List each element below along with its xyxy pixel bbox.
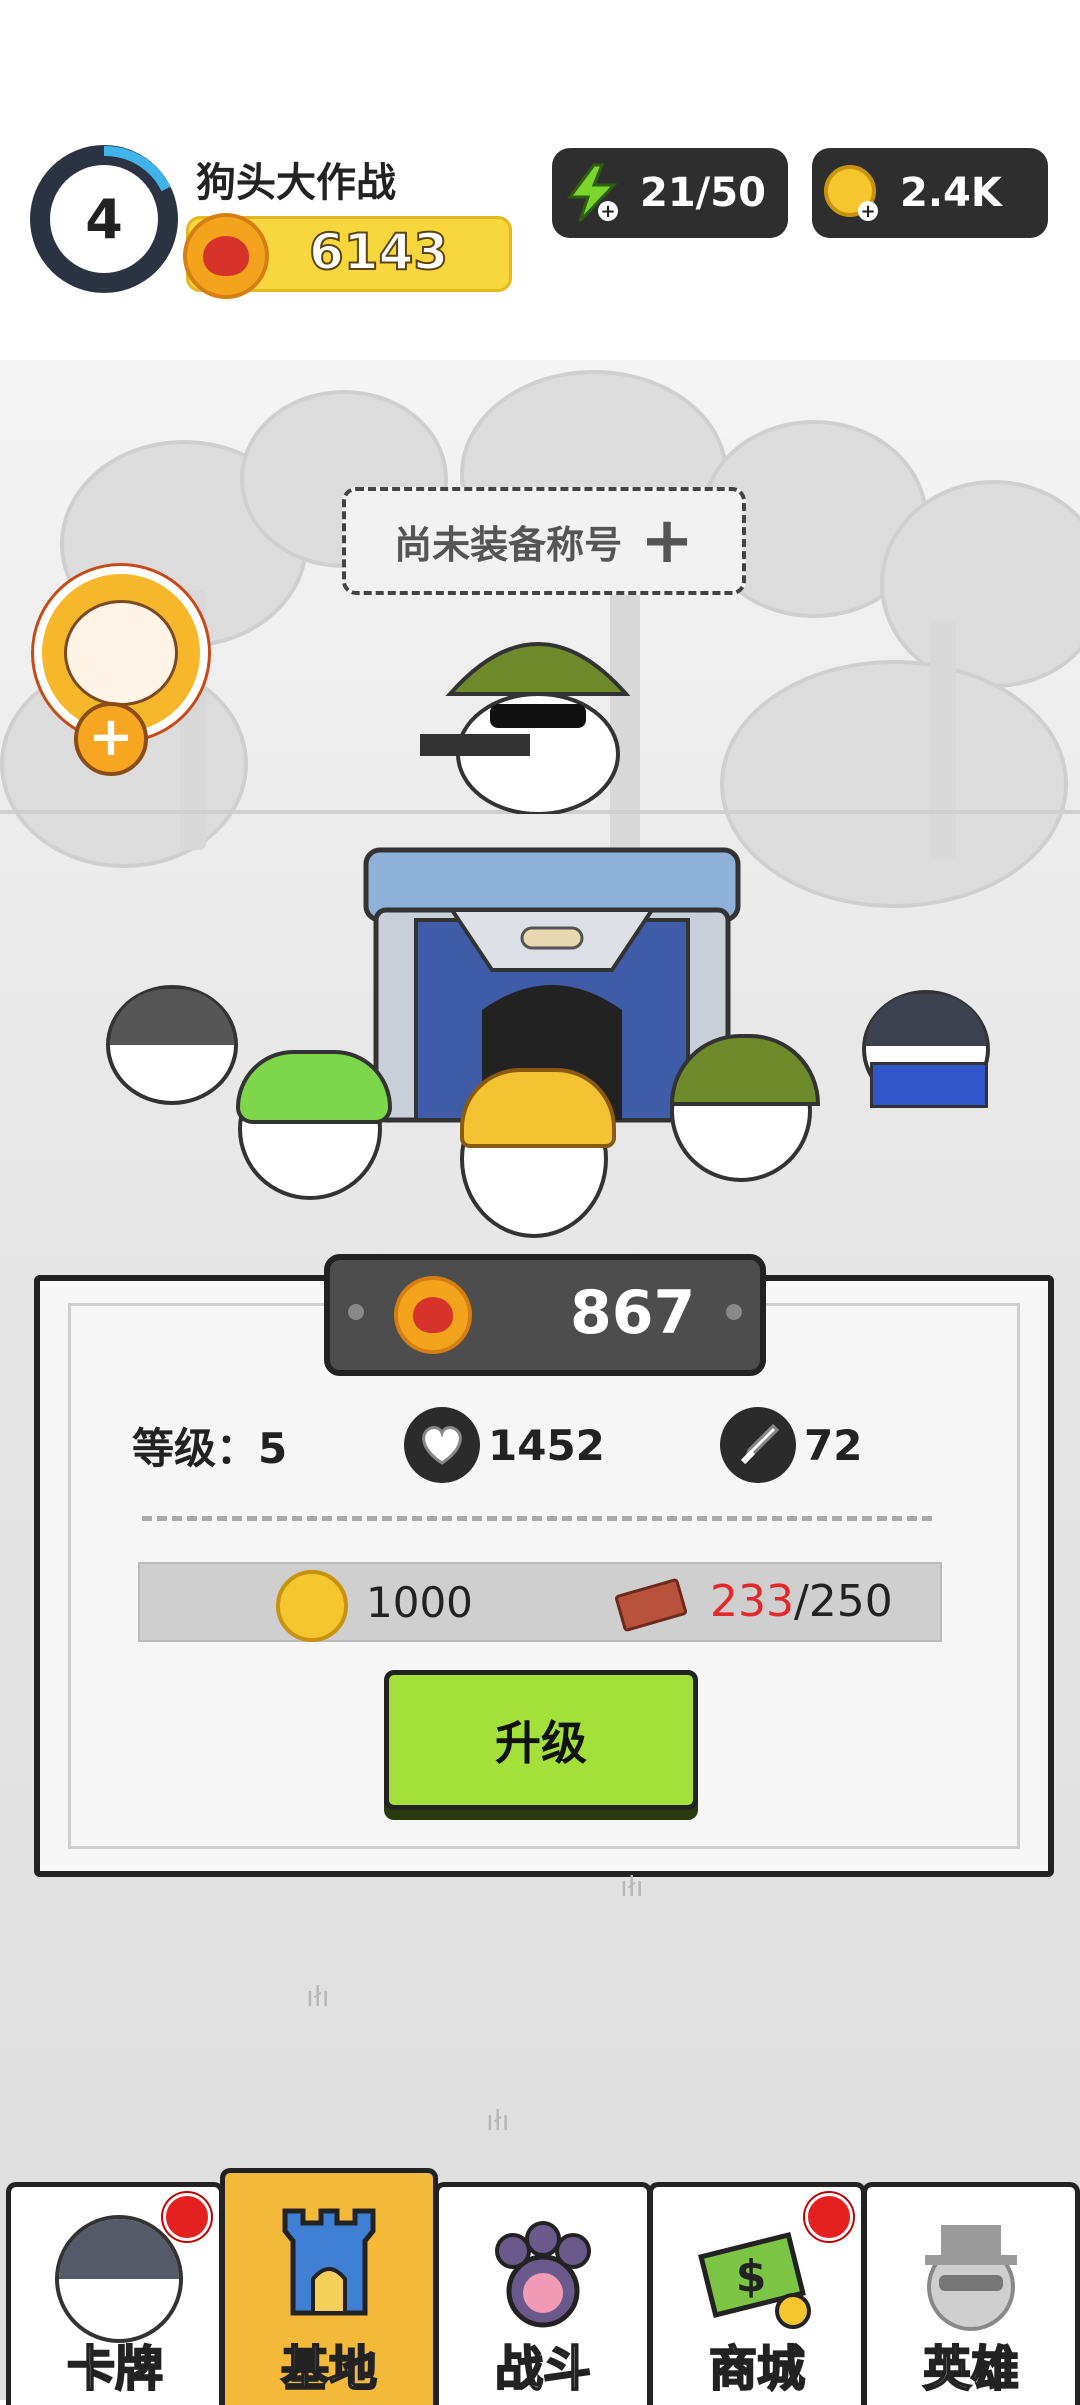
gold-cost: 1000	[366, 1578, 473, 1627]
lucky-cat-icon	[64, 600, 178, 706]
coin-value: 2.4K	[900, 170, 1002, 216]
bottom-nav: 卡牌 基地 战斗 $ 商城 英雄	[0, 2168, 1080, 2405]
coin-icon	[276, 1570, 348, 1642]
energy-pill[interactable]: + 21/50	[552, 148, 788, 238]
paw-icon	[495, 2221, 591, 2328]
brick-icon	[614, 1577, 688, 1633]
hero-dog-icon	[925, 2225, 1017, 2331]
grass-decor: ıłı	[620, 1870, 644, 1903]
golden-helmet-dog	[460, 1068, 616, 1238]
tab-label: 卡牌	[66, 2340, 164, 2398]
laptop-dog	[862, 990, 990, 1108]
hp-stat: 1452	[404, 1405, 605, 1485]
boxing-glove-icon	[394, 1276, 472, 1354]
level-progress-arc	[103, 145, 171, 192]
tab-heroes[interactable]: 英雄	[862, 2182, 1080, 2405]
dino-hood-dog	[236, 1050, 392, 1200]
player-name: 狗头大作战	[196, 160, 396, 206]
tab-cards[interactable]: 卡牌	[6, 2182, 224, 2405]
upgrade-requirements: 1000 233/250	[138, 1562, 942, 1642]
upgrade-button[interactable]: 升级	[384, 1670, 698, 1810]
husky-cards-icon	[55, 2215, 183, 2343]
tab-label: 战斗	[494, 2340, 592, 2398]
coin-pill[interactable]: + 2.4K	[812, 148, 1048, 238]
power-value: 6143	[308, 222, 449, 282]
husky-dog	[106, 985, 238, 1105]
boxing-glove-icon	[183, 213, 269, 299]
attack-value: 72	[804, 1420, 863, 1470]
coin-icon: +	[820, 161, 884, 225]
notification-dot	[805, 2193, 853, 2241]
soldier-dog-small	[670, 1034, 820, 1182]
material-count: 233/250	[710, 1576, 893, 1627]
upgrade-power-cost: 867	[570, 1278, 696, 1348]
material-need: /250	[793, 1576, 893, 1627]
cash-icon: $	[698, 2231, 811, 2329]
tab-label: 商城	[708, 2340, 806, 2398]
title-chip-text: 尚未装备称号	[394, 522, 623, 567]
panel-divider	[142, 1516, 932, 1521]
soldier-dog-top	[420, 642, 631, 814]
add-title-icon: +	[640, 504, 694, 578]
player-level-ring[interactable]: 4	[30, 145, 178, 293]
lightning-icon: +	[560, 161, 624, 225]
notification-dot	[163, 2193, 211, 2241]
equip-title-chip[interactable]: 尚未装备称号 +	[342, 487, 746, 595]
tab-label: 英雄	[922, 2340, 1020, 2398]
attack-stat: 72	[720, 1405, 862, 1485]
svg-text:+: +	[600, 201, 615, 222]
tab-base[interactable]: 基地	[220, 2168, 438, 2405]
material-have: 233	[710, 1576, 794, 1627]
base-level-label: 等级：5	[132, 1423, 288, 1473]
power-bar: 6143	[183, 213, 512, 299]
tab-battle[interactable]: 战斗	[434, 2182, 652, 2405]
tab-shop[interactable]: $ 商城	[648, 2182, 866, 2405]
upgrade-cost-plate: 867	[324, 1254, 766, 1376]
svg-text:+: +	[860, 201, 875, 222]
sword-icon	[720, 1407, 796, 1483]
lucky-cat-add-button[interactable]: +	[74, 702, 148, 776]
heart-icon	[404, 1407, 480, 1483]
grass-decor: ıłı	[306, 1980, 330, 2013]
hp-value: 1452	[488, 1420, 605, 1470]
castle-icon	[282, 2208, 376, 2316]
base-level-stat: 等级：5	[132, 1405, 287, 1485]
energy-value: 21/50	[640, 170, 766, 216]
grass-decor: ıłı	[486, 2104, 510, 2137]
tab-label: 基地	[280, 2340, 378, 2398]
svg-text:$: $	[736, 2251, 767, 2302]
